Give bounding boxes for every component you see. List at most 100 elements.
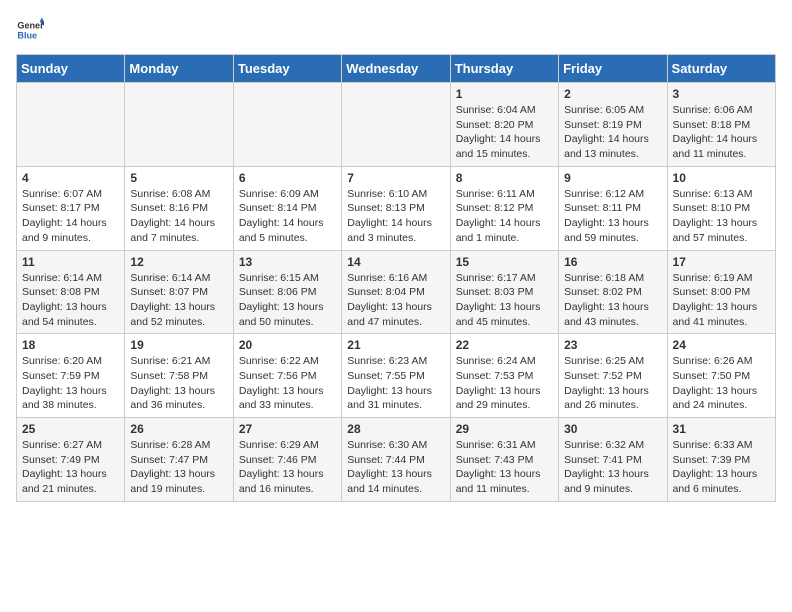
day-info: Sunrise: 6:29 AM Sunset: 7:46 PM Dayligh… — [239, 438, 336, 497]
calendar-cell: 8 Sunrise: 6:11 AM Sunset: 8:12 PM Daylig… — [450, 166, 558, 250]
day-info: Sunrise: 6:06 AM Sunset: 8:18 PM Dayligh… — [673, 103, 770, 162]
day-info: Sunrise: 6:13 AM Sunset: 8:10 PM Dayligh… — [673, 187, 770, 246]
day-number: 14 — [347, 255, 444, 269]
day-number: 25 — [22, 422, 119, 436]
calendar-cell: 12 Sunrise: 6:14 AM Sunset: 8:07 PM Dayli… — [125, 250, 233, 334]
calendar-cell: 29 Sunrise: 6:31 AM Sunset: 7:43 PM Dayli… — [450, 418, 558, 502]
day-header-sunday: Sunday — [17, 55, 125, 83]
calendar-cell: 13 Sunrise: 6:15 AM Sunset: 8:06 PM Dayli… — [233, 250, 341, 334]
calendar-cell: 27 Sunrise: 6:29 AM Sunset: 7:46 PM Dayli… — [233, 418, 341, 502]
day-number: 20 — [239, 338, 336, 352]
week-row-4: 18 Sunrise: 6:20 AM Sunset: 7:59 PM Dayli… — [17, 334, 776, 418]
week-row-2: 4 Sunrise: 6:07 AM Sunset: 8:17 PM Daylig… — [17, 166, 776, 250]
day-number: 24 — [673, 338, 770, 352]
calendar-cell — [125, 83, 233, 167]
calendar-cell: 21 Sunrise: 6:23 AM Sunset: 7:55 PM Dayli… — [342, 334, 450, 418]
day-number: 22 — [456, 338, 553, 352]
calendar-cell: 23 Sunrise: 6:25 AM Sunset: 7:52 PM Dayli… — [559, 334, 667, 418]
day-number: 27 — [239, 422, 336, 436]
day-number: 8 — [456, 171, 553, 185]
logo-icon: General Blue — [16, 16, 44, 44]
day-number: 18 — [22, 338, 119, 352]
calendar-cell — [17, 83, 125, 167]
day-number: 12 — [130, 255, 227, 269]
day-header-friday: Friday — [559, 55, 667, 83]
day-info: Sunrise: 6:32 AM Sunset: 7:41 PM Dayligh… — [564, 438, 661, 497]
day-header-wednesday: Wednesday — [342, 55, 450, 83]
day-info: Sunrise: 6:33 AM Sunset: 7:39 PM Dayligh… — [673, 438, 770, 497]
calendar-cell — [342, 83, 450, 167]
calendar-cell: 22 Sunrise: 6:24 AM Sunset: 7:53 PM Dayli… — [450, 334, 558, 418]
day-header-thursday: Thursday — [450, 55, 558, 83]
day-number: 30 — [564, 422, 661, 436]
calendar-cell: 1Sunrise: 6:04 AM Sunset: 8:20 PM Daylig… — [450, 83, 558, 167]
day-info: Sunrise: 6:22 AM Sunset: 7:56 PM Dayligh… — [239, 354, 336, 413]
day-number: 13 — [239, 255, 336, 269]
calendar-cell: 7Sunrise: 6:10 AM Sunset: 8:13 PM Daylig… — [342, 166, 450, 250]
day-info: Sunrise: 6:31 AM Sunset: 7:43 PM Dayligh… — [456, 438, 553, 497]
day-info: Sunrise: 6:08 AM Sunset: 8:16 PM Dayligh… — [130, 187, 227, 246]
day-info: Sunrise: 6:15 AM Sunset: 8:06 PM Dayligh… — [239, 271, 336, 330]
week-row-3: 11 Sunrise: 6:14 AM Sunset: 8:08 PM Dayli… — [17, 250, 776, 334]
day-number: 26 — [130, 422, 227, 436]
day-info: Sunrise: 6:24 AM Sunset: 7:53 PM Dayligh… — [456, 354, 553, 413]
svg-text:Blue: Blue — [17, 30, 37, 40]
day-number: 2 — [564, 87, 661, 101]
day-info: Sunrise: 6:11 AM Sunset: 8:12 PM Dayligh… — [456, 187, 553, 246]
day-info: Sunrise: 6:20 AM Sunset: 7:59 PM Dayligh… — [22, 354, 119, 413]
day-number: 11 — [22, 255, 119, 269]
day-info: Sunrise: 6:28 AM Sunset: 7:47 PM Dayligh… — [130, 438, 227, 497]
day-number: 31 — [673, 422, 770, 436]
day-info: Sunrise: 6:30 AM Sunset: 7:44 PM Dayligh… — [347, 438, 444, 497]
day-info: Sunrise: 6:17 AM Sunset: 8:03 PM Dayligh… — [456, 271, 553, 330]
day-number: 6 — [239, 171, 336, 185]
day-info: Sunrise: 6:09 AM Sunset: 8:14 PM Dayligh… — [239, 187, 336, 246]
calendar-cell: 30 Sunrise: 6:32 AM Sunset: 7:41 PM Dayli… — [559, 418, 667, 502]
day-number: 16 — [564, 255, 661, 269]
day-number: 23 — [564, 338, 661, 352]
day-info: Sunrise: 6:23 AM Sunset: 7:55 PM Dayligh… — [347, 354, 444, 413]
calendar-cell: 20 Sunrise: 6:22 AM Sunset: 7:56 PM Dayli… — [233, 334, 341, 418]
calendar-cell: 16Sunrise: 6:18 AM Sunset: 8:02 PM Dayli… — [559, 250, 667, 334]
calendar-cell: 17 Sunrise: 6:19 AM Sunset: 8:00 PM Dayli… — [667, 250, 775, 334]
calendar-cell: 9 Sunrise: 6:12 AM Sunset: 8:11 PM Daylig… — [559, 166, 667, 250]
day-info: Sunrise: 6:19 AM Sunset: 8:00 PM Dayligh… — [673, 271, 770, 330]
calendar-cell: 14Sunrise: 6:16 AM Sunset: 8:04 PM Dayli… — [342, 250, 450, 334]
day-number: 7 — [347, 171, 444, 185]
day-number: 10 — [673, 171, 770, 185]
day-number: 4 — [22, 171, 119, 185]
day-info: Sunrise: 6:14 AM Sunset: 8:08 PM Dayligh… — [22, 271, 119, 330]
calendar-cell: 18 Sunrise: 6:20 AM Sunset: 7:59 PM Dayli… — [17, 334, 125, 418]
day-number: 9 — [564, 171, 661, 185]
calendar-cell: 26 Sunrise: 6:28 AM Sunset: 7:47 PM Dayli… — [125, 418, 233, 502]
calendar-header-row: SundayMondayTuesdayWednesdayThursdayFrid… — [17, 55, 776, 83]
day-info: Sunrise: 6:05 AM Sunset: 8:19 PM Dayligh… — [564, 103, 661, 162]
day-info: Sunrise: 6:27 AM Sunset: 7:49 PM Dayligh… — [22, 438, 119, 497]
day-info: Sunrise: 6:26 AM Sunset: 7:50 PM Dayligh… — [673, 354, 770, 413]
calendar-cell: 2 Sunrise: 6:05 AM Sunset: 8:19 PM Daylig… — [559, 83, 667, 167]
calendar-cell: 4 Sunrise: 6:07 AM Sunset: 8:17 PM Daylig… — [17, 166, 125, 250]
day-number: 3 — [673, 87, 770, 101]
day-info: Sunrise: 6:12 AM Sunset: 8:11 PM Dayligh… — [564, 187, 661, 246]
calendar-cell: 24 Sunrise: 6:26 AM Sunset: 7:50 PM Dayli… — [667, 334, 775, 418]
day-header-saturday: Saturday — [667, 55, 775, 83]
calendar-cell: 31 Sunrise: 6:33 AM Sunset: 7:39 PM Dayli… — [667, 418, 775, 502]
svg-text:General: General — [17, 21, 44, 31]
day-info: Sunrise: 6:25 AM Sunset: 7:52 PM Dayligh… — [564, 354, 661, 413]
calendar-cell: 25 Sunrise: 6:27 AM Sunset: 7:49 PM Dayli… — [17, 418, 125, 502]
day-number: 21 — [347, 338, 444, 352]
logo: General Blue — [16, 16, 44, 44]
calendar-cell: 5Sunrise: 6:08 AM Sunset: 8:16 PM Daylig… — [125, 166, 233, 250]
day-number: 1 — [456, 87, 553, 101]
day-info: Sunrise: 6:14 AM Sunset: 8:07 PM Dayligh… — [130, 271, 227, 330]
calendar-cell: 15Sunrise: 6:17 AM Sunset: 8:03 PM Dayli… — [450, 250, 558, 334]
day-number: 28 — [347, 422, 444, 436]
day-header-monday: Monday — [125, 55, 233, 83]
header: General Blue — [16, 16, 776, 44]
calendar-body: 1Sunrise: 6:04 AM Sunset: 8:20 PM Daylig… — [17, 83, 776, 502]
day-number: 17 — [673, 255, 770, 269]
day-info: Sunrise: 6:21 AM Sunset: 7:58 PM Dayligh… — [130, 354, 227, 413]
day-number: 29 — [456, 422, 553, 436]
week-row-5: 25 Sunrise: 6:27 AM Sunset: 7:49 PM Dayli… — [17, 418, 776, 502]
day-info: Sunrise: 6:07 AM Sunset: 8:17 PM Dayligh… — [22, 187, 119, 246]
